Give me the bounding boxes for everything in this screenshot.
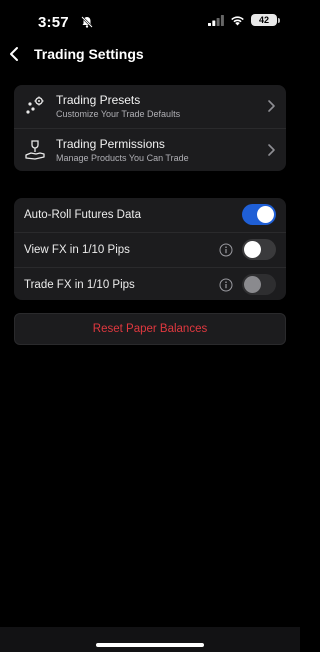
trading-presets-subtitle: Customize Your Trade Defaults	[56, 109, 181, 119]
trade-fx-pips-toggle[interactable]	[242, 274, 276, 295]
trading-presets-title: Trading Presets	[56, 93, 141, 107]
auto-roll-futures-row: Auto-Roll Futures Data	[14, 198, 286, 232]
toggle-knob	[244, 276, 261, 293]
battery-level: 42	[251, 14, 277, 26]
back-chevron-icon[interactable]	[6, 44, 24, 64]
page-title: Trading Settings	[34, 46, 144, 62]
info-icon[interactable]	[219, 278, 233, 292]
auto-roll-futures-toggle[interactable]	[242, 204, 276, 225]
permissions-icon	[25, 140, 45, 160]
links-card: Trading Presets Customize Your Trade Def…	[14, 85, 286, 171]
trading-permissions-title: Trading Permissions	[56, 137, 165, 151]
battery-indicator: 42	[251, 14, 280, 26]
view-fx-pips-label: View FX in 1/10 Pips	[24, 244, 130, 256]
signal-icon	[208, 14, 224, 26]
bell-off-icon	[81, 16, 93, 28]
toggle-knob	[257, 206, 274, 223]
view-fx-pips-toggle[interactable]	[242, 239, 276, 260]
presets-icon	[26, 96, 44, 114]
auto-roll-futures-label: Auto-Roll Futures Data	[24, 209, 141, 221]
view-fx-pips-row: View FX in 1/10 Pips	[14, 232, 286, 267]
chevron-right-icon	[268, 100, 275, 112]
trade-fx-pips-row: Trade FX in 1/10 Pips	[14, 267, 286, 302]
bottom-bar	[0, 627, 300, 652]
reset-paper-balances-button[interactable]: Reset Paper Balances	[14, 313, 286, 345]
trade-fx-pips-label: Trade FX in 1/10 Pips	[24, 279, 135, 291]
wifi-icon	[231, 15, 244, 25]
chevron-right-icon	[268, 144, 275, 156]
toggles-card: Auto-Roll Futures Data View FX in 1/10 P…	[14, 198, 286, 300]
status-time: 3:57	[38, 14, 69, 31]
home-indicator[interactable]	[96, 643, 204, 647]
toggle-knob	[244, 241, 261, 258]
trading-permissions-row[interactable]: Trading Permissions Manage Products You …	[14, 128, 286, 172]
battery-cap	[278, 17, 280, 23]
header: Trading Settings	[0, 38, 300, 70]
trading-permissions-subtitle: Manage Products You Can Trade	[56, 153, 189, 163]
info-icon[interactable]	[219, 243, 233, 257]
trading-presets-row[interactable]: Trading Presets Customize Your Trade Def…	[14, 85, 286, 128]
